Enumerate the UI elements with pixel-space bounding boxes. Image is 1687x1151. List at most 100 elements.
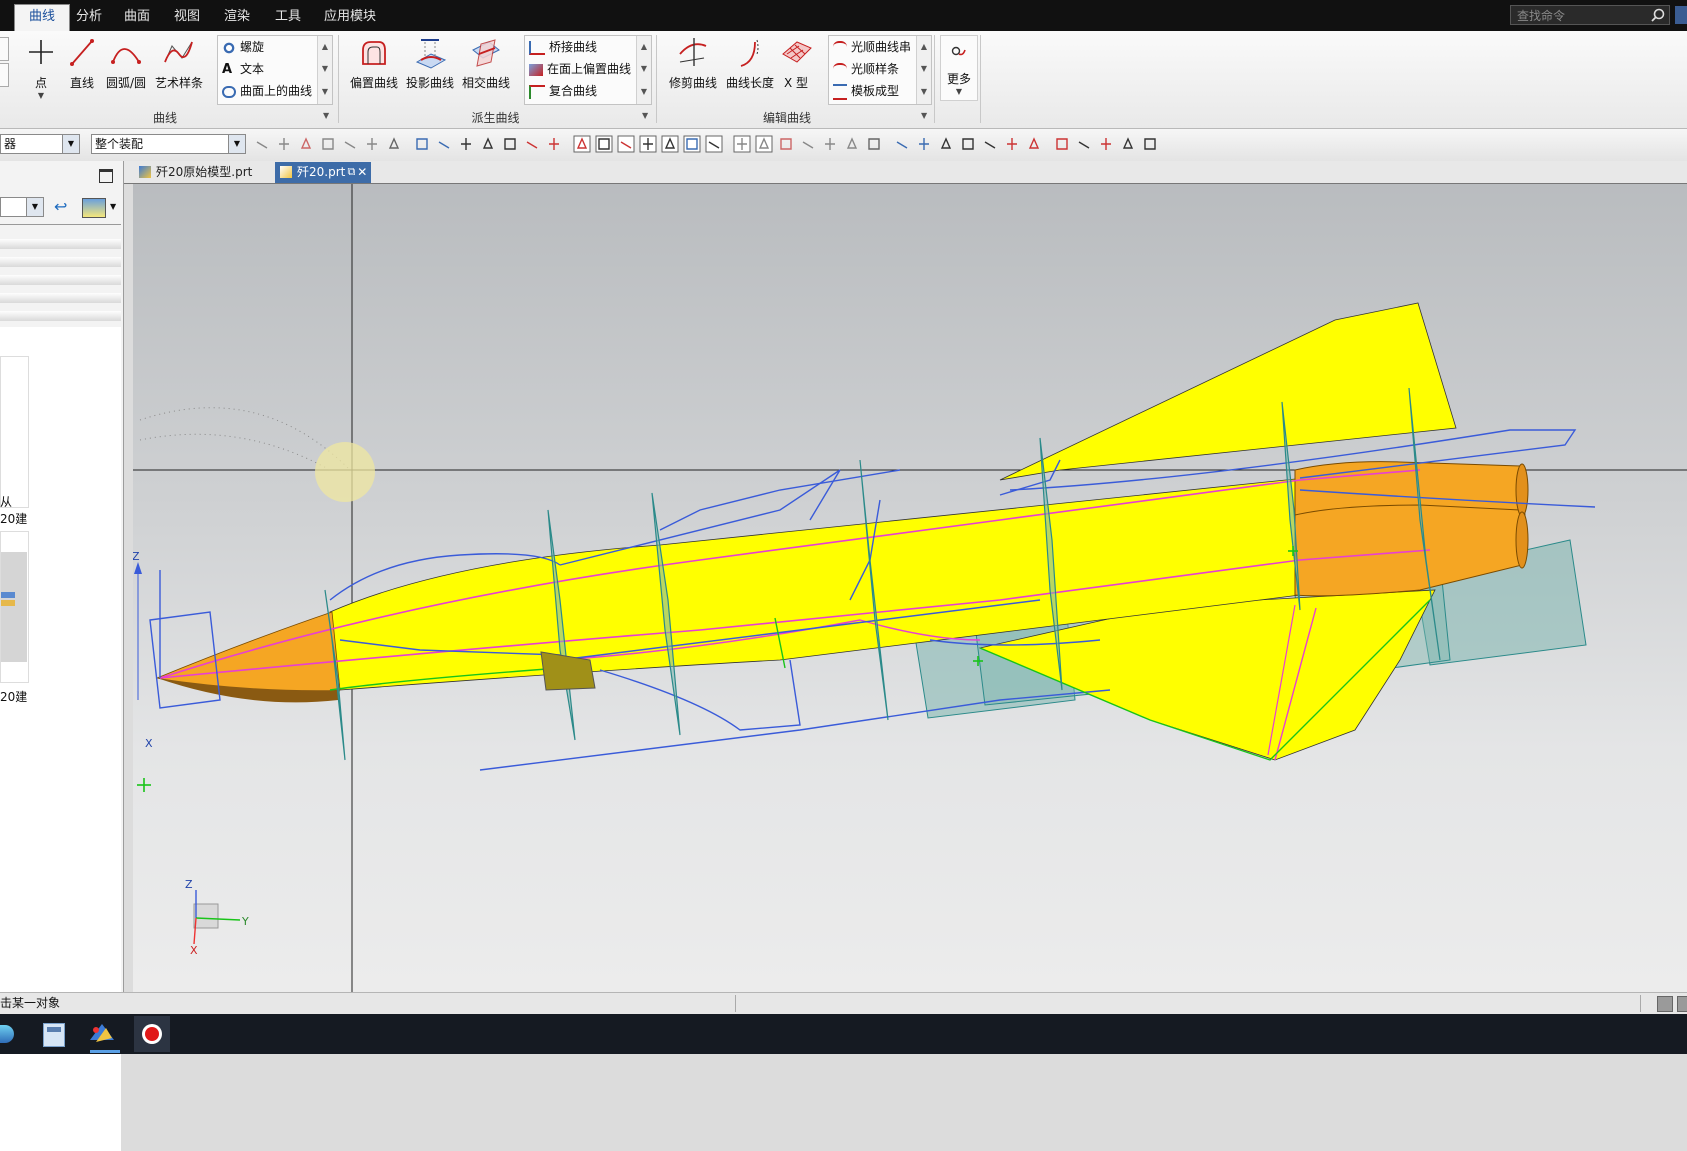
menu-tab-surface[interactable]: 曲面 [110,5,164,31]
toolbar-tool-icon[interactable] [661,135,679,153]
menu-tab-analysis[interactable]: 分析 [62,5,116,31]
aircraft-model-view[interactable]: Z X Z Y X [133,184,1687,992]
menu-tab-render[interactable]: 渲染 [210,5,264,31]
studio-spline-button[interactable]: 艺术样条 [153,36,205,91]
group-launcher-icon[interactable]: ▼ [323,111,329,120]
arc-circle-button[interactable]: 圆弧/圆 [104,36,148,91]
calculator-icon[interactable] [43,1023,65,1047]
chevron-down-icon[interactable]: ▼ [62,135,79,153]
toolbar-tool-icon[interactable] [502,136,518,152]
toolbar-tool-icon[interactable] [822,136,838,152]
status-icon[interactable] [1677,996,1687,1012]
toolbar-tool-icon[interactable] [1098,136,1114,152]
toolbar-tool-icon[interactable] [458,136,474,152]
graphics-viewport[interactable]: Z X Z Y X [133,184,1687,992]
toolbar-tool-icon[interactable] [480,136,496,152]
point-button[interactable]: 点 ▼ [26,36,56,100]
toolbar-tool-icon[interactable] [1142,136,1158,152]
preview-card[interactable] [0,531,29,683]
toolbar-tool-icon[interactable] [320,136,336,152]
offset-in-face-item[interactable]: 在面上偏置曲线 [529,59,631,79]
curve-on-surface-item[interactable]: 曲面上的曲线 [222,81,312,101]
intersection-curve-button[interactable]: 相交曲线 [461,36,511,91]
more-button[interactable]: 更多 ▼ [940,35,978,101]
composite-curve-item[interactable]: 复合曲线 [529,81,597,101]
toolbar-tool-icon[interactable] [386,136,402,152]
chevron-down-icon[interactable]: ▼ [110,202,116,211]
toolbar-tool-icon[interactable] [1120,136,1136,152]
menu-tab-view[interactable]: 视图 [160,5,214,31]
toolbar-tool-icon[interactable] [844,136,860,152]
toolbar-tool-icon[interactable] [639,135,657,153]
bridge-curve-item[interactable]: 桥接曲线 [529,37,597,57]
menu-tab-app-modules[interactable]: 应用模块 [310,5,390,31]
group-launcher-icon[interactable]: ▼ [642,111,648,120]
toolbar-tool-icon[interactable] [1026,136,1042,152]
toolbar-tool-icon[interactable] [894,136,910,152]
toolbar-tool-icon[interactable] [342,136,358,152]
toolbar-tool-icon[interactable] [683,135,701,153]
toolbar-tool-icon[interactable] [276,136,292,152]
image-view-icon[interactable] [82,198,106,218]
toolbar-tool-icon[interactable] [866,136,882,152]
window-corner-icon[interactable] [1675,6,1687,24]
toolbar-tool-icon[interactable] [960,136,976,152]
toolbar-tool-icon[interactable] [938,136,954,152]
chevron-down-icon[interactable]: ▼ [26,91,56,100]
shape-by-template-item[interactable]: 模板成型 [833,81,899,101]
undo-arrow-icon[interactable]: ↩ [54,199,72,215]
toolbar-tool-icon[interactable] [705,135,723,153]
trim-curve-button[interactable]: 修剪曲线 [667,36,719,91]
preview-card[interactable] [0,356,29,508]
toolbar-tool-icon[interactable] [364,136,380,152]
project-curve-button[interactable]: 投影曲线 [405,36,455,91]
toolbar-tool-icon[interactable] [1076,136,1092,152]
toolbar-tool-icon[interactable] [1004,136,1020,152]
doc-tab-original-model[interactable]: 歼20原始模型.prt [134,162,260,183]
offset-curve-button[interactable]: 偏置曲线 [349,36,399,91]
toolbar-icon-strip[interactable] [252,133,1172,157]
smooth-spline-item[interactable]: 光顺样条 [833,59,899,79]
chevron-down-icon[interactable]: ▼ [228,135,245,153]
doc-tab-j20[interactable]: 歼20.prt ⧉ ✕ [275,162,372,183]
toolbar-tool-icon[interactable] [595,135,613,153]
smooth-curve-string-item[interactable]: 光顺曲线串 [833,37,911,57]
navigator-row[interactable] [0,257,121,267]
search-icon[interactable] [1651,8,1665,22]
ribbon-stub[interactable] [0,37,9,61]
toolbar-tool-icon[interactable] [573,135,591,153]
text-item[interactable]: A 文本 [222,59,264,79]
status-icon[interactable] [1657,996,1673,1012]
popout-icon[interactable]: ⧉ [347,162,355,182]
close-icon[interactable]: ✕ [357,162,367,182]
group-launcher-icon[interactable]: ▼ [921,111,927,120]
maximize-panel-icon[interactable] [99,169,113,183]
toolbar-tool-icon[interactable] [436,136,452,152]
toolbar-tool-icon[interactable] [414,136,430,152]
toolbar-tool-icon[interactable] [778,136,794,152]
toolbar-tool-icon[interactable] [298,136,314,152]
toolbar-tool-icon[interactable] [800,136,816,152]
navigator-filter-select[interactable]: ▼ [0,197,44,217]
gallery-scroll[interactable]: ▲ ▼ ▼ [636,36,651,104]
navigator-row[interactable] [0,239,121,249]
navigator-row[interactable] [0,293,121,303]
command-search-input[interactable]: 查找命令 [1510,5,1670,25]
navigator-row[interactable] [0,275,121,285]
nx-app-icon[interactable] [88,1020,116,1048]
gallery-scroll[interactable]: ▲ ▼ ▼ [317,36,332,104]
toolbar-tool-icon[interactable] [254,136,270,152]
gallery-scroll[interactable]: ▲ ▼ ▼ [916,36,931,104]
line-button[interactable]: 直线 [67,36,97,91]
toolbar-tool-icon[interactable] [755,135,773,153]
type-filter-select[interactable]: 器 ▼ [0,134,80,154]
curve-length-button[interactable]: 曲线长度 [724,36,776,91]
toolbar-tool-icon[interactable] [916,136,932,152]
toolbar-tool-icon[interactable] [524,136,540,152]
toolbar-tool-icon[interactable] [1054,136,1070,152]
toolbar-tool-icon[interactable] [617,135,635,153]
toolbar-tool-icon[interactable] [546,136,562,152]
selection-scope-select[interactable]: 整个装配 ▼ [91,134,246,154]
chevron-down-icon[interactable]: ▼ [26,198,43,216]
app-icon[interactable] [0,1025,14,1043]
